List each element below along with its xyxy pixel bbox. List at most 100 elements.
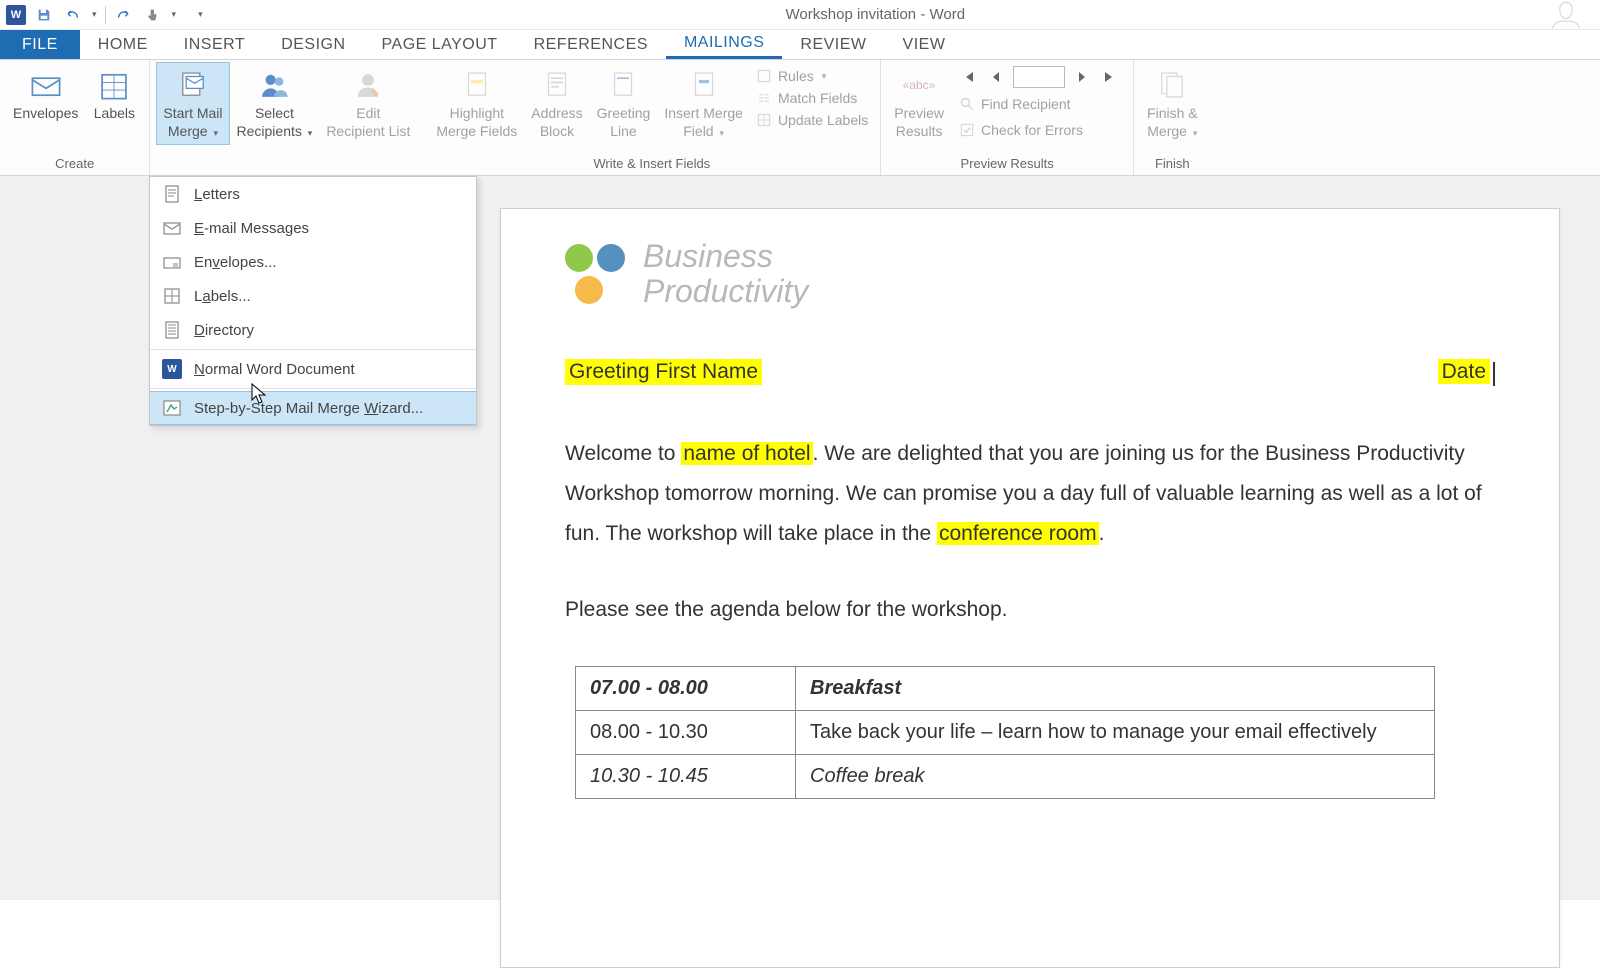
group-finish: Finish & Merge ▾ Finish bbox=[1134, 60, 1211, 175]
preview-results-button: «abc» Preview Results bbox=[887, 62, 951, 145]
dropdown-separator bbox=[150, 388, 476, 389]
labels-menu-icon bbox=[162, 286, 182, 306]
undo-icon bbox=[64, 7, 80, 23]
address-label-2: Block bbox=[540, 123, 574, 141]
labels-button[interactable]: Labels bbox=[85, 62, 143, 128]
agenda-intro[interactable]: Please see the agenda below for the work… bbox=[565, 590, 1495, 630]
tab-design[interactable]: DESIGN bbox=[263, 30, 363, 59]
dropdown-letters[interactable]: Letters bbox=[150, 177, 476, 211]
agenda-item-2[interactable]: Coffee break bbox=[796, 754, 1435, 798]
date-placeholder-wrap: Date bbox=[1438, 360, 1495, 386]
tab-references[interactable]: REFERENCES bbox=[516, 30, 666, 59]
dropdown-email-label: E-mail Messages bbox=[194, 220, 309, 237]
select-recipients-label-2: Recipients ▾ bbox=[237, 123, 313, 141]
user-avatar[interactable] bbox=[1548, 0, 1584, 33]
highlight-merge-fields-button: Highlight Merge Fields bbox=[429, 62, 524, 145]
conference-room-placeholder[interactable]: conference room bbox=[937, 522, 1099, 545]
dropdown-labels-label: Labels... bbox=[194, 288, 251, 305]
dropdown-envelopes-label: Envelopes... bbox=[194, 254, 277, 271]
prev-record-button[interactable] bbox=[985, 66, 1007, 88]
update-labels-button: Update Labels bbox=[754, 110, 870, 130]
select-recipients-button[interactable]: Select Recipients ▾ bbox=[230, 62, 320, 145]
dropdown-wizard[interactable]: Step-by-Step Mail Merge Wizard... bbox=[150, 391, 476, 425]
logo-text: Business Productivity bbox=[643, 239, 808, 309]
group-preview-results: «abc» Preview Results Find Recipient bbox=[881, 60, 1134, 175]
rules-button: Rules▾ bbox=[754, 66, 870, 86]
tab-file[interactable]: FILE bbox=[0, 30, 80, 59]
save-icon bbox=[36, 7, 52, 23]
touch-dropdown-caret[interactable]: ▾ bbox=[172, 9, 177, 20]
document-page[interactable]: Business Productivity Greeting First Nam… bbox=[500, 208, 1560, 968]
group-create: Envelopes Labels Create bbox=[0, 60, 150, 175]
start-mail-merge-label-2: Merge ▾ bbox=[168, 123, 218, 141]
date-placeholder[interactable]: Date bbox=[1438, 359, 1490, 384]
envelopes-button[interactable]: Envelopes bbox=[6, 62, 85, 128]
welcome-paragraph[interactable]: Welcome to name of hotel. We are delight… bbox=[565, 434, 1495, 554]
match-fields-label: Match Fields bbox=[778, 90, 857, 106]
agenda-time-1[interactable]: 08.00 - 10.30 bbox=[576, 710, 796, 754]
select-recipients-label-1: Select bbox=[255, 105, 294, 123]
group-start-mail-merge: Start Mail Merge ▾ Select Recipients ▾ E… bbox=[150, 60, 423, 175]
insert-merge-label-1: Insert Merge bbox=[664, 105, 743, 123]
qat-separator bbox=[105, 6, 106, 24]
table-row[interactable]: 07.00 - 08.00 Breakfast bbox=[576, 666, 1435, 710]
agenda-table[interactable]: 07.00 - 08.00 Breakfast 08.00 - 10.30 Ta… bbox=[575, 666, 1435, 799]
start-mail-merge-button[interactable]: Start Mail Merge ▾ bbox=[156, 62, 229, 145]
table-row[interactable]: 10.30 - 10.45 Coffee break bbox=[576, 754, 1435, 798]
tab-view[interactable]: VIEW bbox=[885, 30, 964, 59]
agenda-item-0[interactable]: Breakfast bbox=[796, 666, 1435, 710]
finish-icon bbox=[1154, 67, 1190, 103]
preview-label-1: Preview bbox=[894, 105, 944, 123]
select-recipients-icon bbox=[256, 67, 292, 103]
last-record-button[interactable] bbox=[1099, 66, 1121, 88]
tab-mailings[interactable]: MAILINGS bbox=[666, 30, 782, 59]
svg-text:«abc»: «abc» bbox=[903, 78, 936, 92]
dropdown-wizard-label: Step-by-Step Mail Merge Wizard... bbox=[194, 400, 423, 417]
agenda-time-2[interactable]: 10.30 - 10.45 bbox=[576, 754, 796, 798]
check-errors-button: Check for Errors bbox=[957, 120, 1121, 140]
redo-button[interactable] bbox=[114, 5, 134, 25]
last-icon bbox=[1103, 70, 1117, 84]
agenda-time-0[interactable]: 07.00 - 08.00 bbox=[576, 666, 796, 710]
touch-mode-button[interactable] bbox=[142, 5, 162, 25]
insert-merge-field-button: Insert Merge Field ▾ bbox=[657, 62, 750, 145]
dropdown-normal-label: Normal Word Document bbox=[194, 361, 355, 378]
record-number-input[interactable] bbox=[1013, 66, 1065, 88]
group-write-insert-label: Write & Insert Fields bbox=[429, 154, 874, 175]
dropdown-separator bbox=[150, 349, 476, 350]
word-app-icon: W bbox=[6, 5, 26, 25]
dropdown-email[interactable]: E-mail Messages bbox=[150, 211, 476, 245]
find-recipient-label: Find Recipient bbox=[981, 96, 1071, 112]
tab-review[interactable]: REVIEW bbox=[782, 30, 884, 59]
find-recipient-button: Find Recipient bbox=[957, 94, 1121, 114]
dropdown-normal-word[interactable]: W Normal Word Document bbox=[150, 352, 476, 386]
window-title: Workshop invitation - Word bbox=[203, 6, 1548, 23]
greeting-placeholder[interactable]: Greeting First Name bbox=[565, 359, 762, 385]
address-block-button: Address Block bbox=[524, 62, 589, 145]
start-mail-merge-icon bbox=[175, 67, 211, 103]
logo-circles-icon bbox=[565, 244, 625, 304]
undo-dropdown-caret[interactable]: ▾ bbox=[92, 9, 97, 20]
company-logo: Business Productivity bbox=[565, 239, 1495, 309]
envelopes-menu-icon bbox=[162, 252, 182, 272]
group-create-label: Create bbox=[6, 154, 143, 175]
agenda-item-1[interactable]: Take back your life – learn how to manag… bbox=[796, 710, 1435, 754]
touch-icon bbox=[144, 7, 160, 23]
tab-home[interactable]: HOME bbox=[80, 30, 166, 59]
next-icon bbox=[1076, 71, 1088, 83]
highlight-label-2: Merge Fields bbox=[436, 123, 517, 141]
save-button[interactable] bbox=[34, 5, 54, 25]
dropdown-directory[interactable]: Directory bbox=[150, 313, 476, 347]
first-record-button[interactable] bbox=[957, 66, 979, 88]
hotel-placeholder[interactable]: name of hotel bbox=[681, 442, 812, 465]
next-record-button[interactable] bbox=[1071, 66, 1093, 88]
dropdown-labels[interactable]: Labels... bbox=[150, 279, 476, 313]
undo-button[interactable] bbox=[62, 5, 82, 25]
match-fields-icon bbox=[756, 90, 772, 106]
dropdown-directory-label: Directory bbox=[194, 322, 254, 339]
tab-insert[interactable]: INSERT bbox=[166, 30, 263, 59]
table-row[interactable]: 08.00 - 10.30 Take back your life – lear… bbox=[576, 710, 1435, 754]
tab-page-layout[interactable]: PAGE LAYOUT bbox=[364, 30, 516, 59]
insert-merge-icon bbox=[686, 67, 722, 103]
dropdown-envelopes[interactable]: Envelopes... bbox=[150, 245, 476, 279]
